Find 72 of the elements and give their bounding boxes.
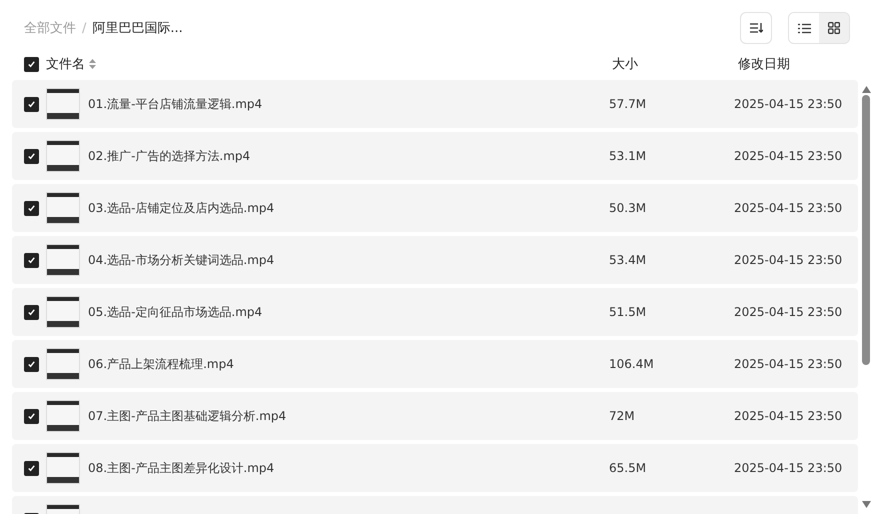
file-size: 106.4M [609, 357, 655, 371]
modified-date: 2025-04-15 23:50 [734, 149, 844, 163]
video-thumbnail [46, 192, 80, 224]
file-size: 72M [609, 409, 636, 423]
check-icon [27, 60, 36, 68]
check-icon [27, 152, 36, 160]
video-thumbnail [46, 88, 80, 120]
checkbox[interactable] [24, 56, 39, 72]
video-thumbnail [46, 452, 80, 484]
file-name: 05.选品-定向征品市场选品.mp4 [88, 304, 264, 320]
video-thumbnail [46, 348, 80, 380]
checkbox[interactable] [24, 200, 39, 216]
check-icon [27, 360, 36, 368]
video-thumbnail [46, 140, 80, 172]
video-thumbnail [46, 296, 80, 328]
file-row[interactable]: 06.产品上架流程梳理.mp4 106.4M 2025-04-15 23:50 [12, 340, 858, 388]
breadcrumb-separator: / [82, 20, 86, 36]
sort-icon [749, 22, 763, 34]
checkbox[interactable] [24, 460, 39, 476]
file-size: 57.7M [609, 97, 648, 111]
file-size: 50.3M [609, 201, 648, 215]
file-name: 02.推广-广告的选择方法.mp4 [88, 148, 252, 164]
file-size: 53.4M [609, 253, 648, 267]
file-row[interactable]: 04.选品-市场分析关键词选品.mp4 53.4M 2025-04-15 23:50 [12, 236, 858, 284]
column-header[interactable]: 文件名 [46, 55, 85, 73]
file-name: 01.流量-平台店铺流量逻辑.mp4 [88, 96, 264, 112]
check-icon [27, 204, 36, 212]
file-size: 51.5M [609, 305, 648, 319]
modified-date: 2025-04-15 23:50 [734, 357, 844, 371]
check-icon [27, 100, 36, 108]
file-name: 08.主图-产品主图差异化设计.mp4 [88, 460, 276, 476]
file-name: 06.产品上架流程梳理.mp4 [88, 356, 235, 372]
checkbox[interactable] [24, 252, 39, 268]
scroll-down-icon[interactable] [862, 501, 870, 508]
check-icon [27, 308, 36, 316]
file-size: 53.1M [609, 149, 648, 163]
grid-icon [828, 22, 840, 34]
modified-date: 2025-04-15 23:50 [734, 409, 844, 423]
checkbox[interactable] [24, 96, 39, 112]
modified-date: 2025-04-15 23:50 [734, 201, 844, 215]
check-icon [27, 464, 36, 472]
file-row[interactable]: 03.选品-店铺定位及店内选品.mp4 50.3M 2025-04-15 23:50 [12, 184, 858, 232]
scrollbar-thumb[interactable] [862, 95, 870, 365]
scroll-up-icon[interactable] [862, 86, 870, 93]
file-row[interactable]: 01.流量-平台店铺流量逻辑.mp4 57.7M 2025-04-15 23:50 [12, 80, 858, 128]
video-thumbnail [46, 244, 80, 276]
breadcrumb-current: 阿里巴巴国际... [92, 20, 183, 37]
video-thumbnail [46, 400, 80, 432]
file-name: 07.主图-产品主图基础逻辑分析.mp4 [88, 408, 288, 424]
grid-view-button[interactable] [819, 13, 849, 43]
file-row[interactable]: 07.主图-产品主图基础逻辑分析.mp4 72M 2025-04-15 23:50 [12, 392, 858, 440]
file-row[interactable]: 05.选品-定向征品市场选品.mp4 51.5M 2025-04-15 23:50 [12, 288, 858, 336]
list-icon [798, 22, 810, 34]
modified-date: 2025-04-15 23:50 [734, 305, 844, 319]
checkbox[interactable] [24, 356, 39, 372]
column-header: 修改日期 [738, 56, 791, 73]
column-header: 大小 [612, 56, 639, 73]
file-size: 65.5M [609, 461, 648, 475]
file-name: 04.选品-市场分析关键词选品.mp4 [88, 252, 276, 268]
check-icon [27, 256, 36, 264]
check-icon [27, 412, 36, 420]
modified-date: 2025-04-15 23:50 [734, 97, 844, 111]
sort-icon[interactable] [89, 59, 96, 69]
sort-button[interactable] [740, 12, 772, 44]
modified-date: 2025-04-15 23:50 [734, 461, 844, 475]
file-row[interactable]: 08.主图-产品主图差异化设计.mp4 65.5M 2025-04-15 23:50 [12, 444, 858, 492]
modified-date: 2025-04-15 23:50 [734, 253, 844, 267]
checkbox[interactable] [24, 408, 39, 424]
checkbox[interactable] [24, 304, 39, 320]
file-name: 03.选品-店铺定位及店内选品.mp4 [88, 200, 276, 216]
checkbox[interactable] [24, 148, 39, 164]
file-row[interactable]: 02.推广-广告的选择方法.mp4 53.1M 2025-04-15 23:50 [12, 132, 858, 180]
